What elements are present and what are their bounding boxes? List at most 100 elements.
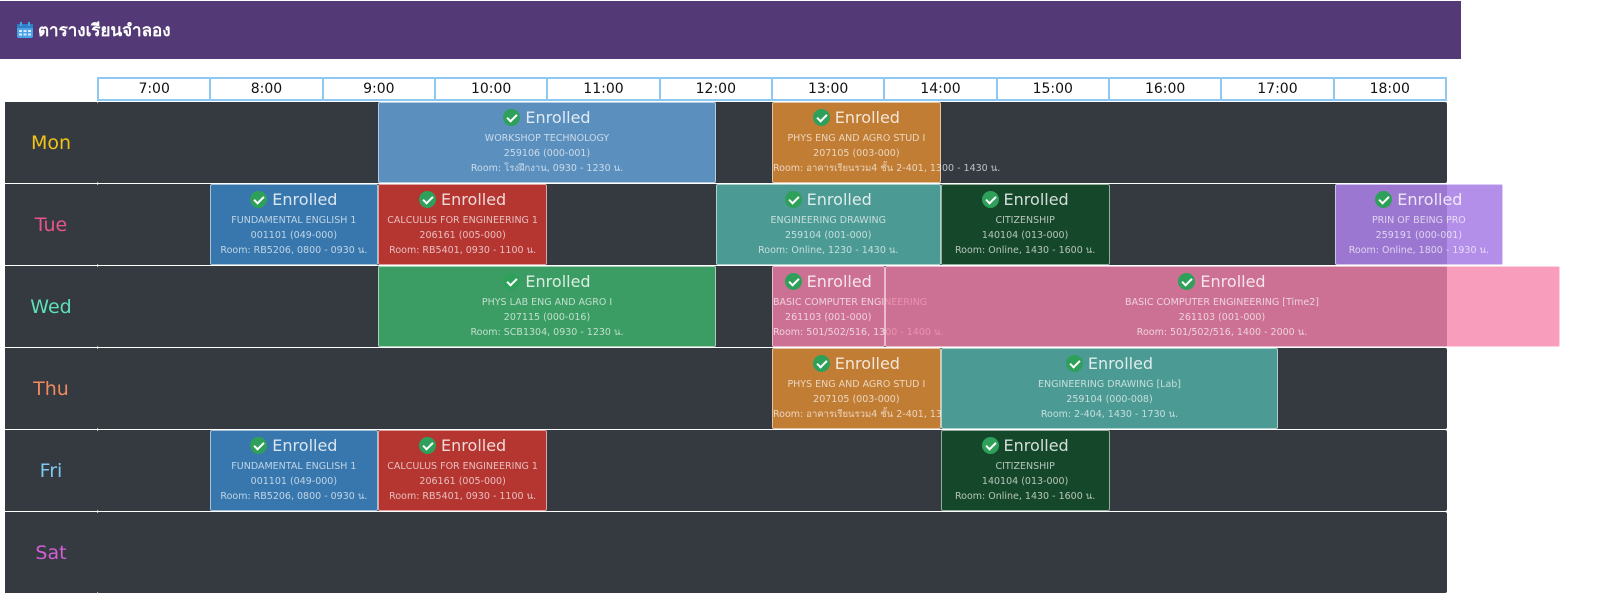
status-label: Enrolled [272,190,338,209]
check-circle-icon [419,191,437,208]
course-name: PHYS LAB ENG AND AGRO I [481,297,613,308]
course-code: 140104 (013-000) [981,476,1069,487]
course-name: BASIC COMPUTER ENGINEERING [Time2] [1125,297,1319,308]
course-room: Room: RB5206, 0800 - 0930 น. [220,491,368,502]
course-code: 207115 (000-016) [503,312,591,323]
status-label: Enrolled [1397,190,1463,209]
course-block[interactable]: Enrolled CITIZENSHIP 140104 (013-000) Room:… [940,184,1110,265]
course-name: PHYS ENG AND AGRO STUD I [787,133,926,144]
calendar-icon [16,21,34,39]
day-label-fri: Fri [5,430,97,511]
status-label: Enrolled [834,354,900,373]
time-slot-label: 16:00 [1110,79,1223,99]
course-room: Room: Online, 1800 - 1930 น. [1348,245,1490,256]
course-block[interactable]: Enrolled PHYS ENG AND AGRO STUD I 207105 (… [772,102,1001,183]
course-code: 001101 (049-000) [250,230,338,241]
day-row-wed: Enrolled PHYS LAB ENG AND AGRO I 207115 (0… [97,266,1560,347]
check-circle-icon [419,437,437,454]
course-block[interactable]: Enrolled FUNDAMENTAL ENGLISH 1 001101 (049… [209,184,379,265]
status-label: Enrolled [525,272,591,291]
status-label: Enrolled [806,272,872,291]
time-slot-label: 10:00 [436,79,549,99]
time-slot-label: 11:00 [548,79,661,99]
course-block[interactable]: Enrolled PRIN OF BEING PRO 259191 (000-001… [1334,184,1504,265]
day-row-mon: Enrolled WORKSHOP TECHNOLOGY 259106 (000-0… [97,102,1447,183]
check-circle-icon [503,109,521,126]
day-row-tue: Enrolled FUNDAMENTAL ENGLISH 1 001101 (049… [97,184,1504,265]
course-block[interactable]: Enrolled FUNDAMENTAL ENGLISH 1 001101 (049… [209,430,379,511]
check-circle-icon [250,437,268,454]
enrollment-status: Enrolled [211,436,378,455]
course-block[interactable]: Enrolled BASIC COMPUTER ENGINEERING 261103… [772,266,944,347]
course-block[interactable]: Enrolled PHYS ENG AND AGRO STUD I 207105 (… [772,348,1000,429]
course-code: 207105 (003-000) [813,394,900,405]
day-label-wed: Wed [5,266,97,347]
day-label-sat: Sat [5,512,97,593]
course-name: CITIZENSHIP [995,461,1055,472]
course-room: Room: 501/502/516, 1400 - 2000 น. [1136,327,1308,338]
enrollment-status: Enrolled [942,190,1109,209]
course-room: Room: SCB1304, 0930 - 1230 น. [470,327,624,338]
course-room: Room: Online, 1430 - 1600 น. [954,245,1096,256]
check-circle-icon [1375,191,1393,208]
course-block[interactable]: Enrolled ENGINEERING DRAWING 259104 (001-0… [715,184,941,265]
course-block[interactable]: Enrolled CALCULUS FOR ENGINEERING 1 206161… [378,430,547,511]
enrollment-status: Enrolled [942,436,1109,455]
status-label: Enrolled [441,436,507,455]
time-slot-label: 15:00 [998,79,1110,99]
check-circle-icon [250,191,268,208]
enrollment-status: Enrolled [1336,190,1503,209]
status-label: Enrolled [525,108,591,127]
time-slot-label: 13:00 [773,79,886,99]
course-room: Room: RB5401, 0930 - 1100 น. [389,245,537,256]
time-slot-label: 12:00 [661,79,773,99]
course-name: WORKSHOP TECHNOLOGY [484,133,610,144]
check-circle-icon [1178,273,1196,290]
course-room: Room: 501/502/516, 1300 - 1400 น. [773,327,944,338]
check-circle-icon [812,355,830,372]
course-code: 261103 (001-000) [785,312,872,323]
enrollment-status: Enrolled [379,436,546,455]
course-code: 259191 (000-001) [1375,230,1463,241]
time-slot-label: 7:00 [99,79,212,99]
course-code: 206161 (005-000) [419,230,506,241]
status-label: Enrolled [806,190,872,209]
course-block[interactable]: Enrolled CITIZENSHIP 140104 (013-000) Room:… [940,430,1110,511]
course-block[interactable]: Enrolled PHYS LAB ENG AND AGRO I 207115 (0… [378,266,716,347]
course-block[interactable]: Enrolled BASIC COMPUTER ENGINEERING [Time… [884,266,1560,347]
check-circle-icon [981,191,999,208]
day-label-mon: Mon [5,102,97,183]
status-label: Enrolled [441,190,507,209]
enrollment-status: Enrolled [886,272,1559,291]
check-circle-icon [784,191,802,208]
status-label: Enrolled [834,108,900,127]
course-name: CALCULUS FOR ENGINEERING 1 [387,215,538,226]
course-block[interactable]: Enrolled CALCULUS FOR ENGINEERING 1 206161… [378,184,547,265]
check-circle-icon [503,273,521,290]
status-label: Enrolled [1003,190,1069,209]
course-block[interactable]: Enrolled WORKSHOP TECHNOLOGY 259106 (000-0… [378,102,716,183]
course-name: ENGINEERING DRAWING [770,215,886,226]
course-room: Room: อาคารเรียนรวม4 ชั้น 2-401, 1300 - … [773,163,1001,174]
course-room: Room: Online, 1230 - 1430 น. [758,245,899,256]
enrollment-status: Enrolled [211,190,378,209]
course-room: Room: 2-404, 1430 - 1730 น. [1040,409,1179,420]
course-room: Room: RB5401, 0930 - 1100 น. [389,491,537,502]
day-row-thu: Enrolled PHYS ENG AND AGRO STUD I 207105 (… [97,348,1447,429]
course-name: CITIZENSHIP [995,215,1055,226]
course-block[interactable]: Enrolled ENGINEERING DRAWING [Lab] 259104 … [940,348,1279,429]
check-circle-icon [784,273,802,290]
course-name: PHYS ENG AND AGRO STUD I [787,379,926,390]
enrollment-status: Enrolled [379,108,715,127]
enrollment-status: Enrolled [773,108,940,127]
course-name: FUNDAMENTAL ENGLISH 1 [231,215,357,226]
status-label: Enrolled [1003,436,1069,455]
course-code: 259104 (000-008) [1066,394,1153,405]
course-name: FUNDAMENTAL ENGLISH 1 [231,461,357,472]
course-code: 207105 (003-000) [813,148,900,159]
enrollment-status: Enrolled [942,354,1278,373]
course-code: 140104 (013-000) [981,230,1069,241]
course-room: Room: RB5206, 0800 - 0930 น. [220,245,368,256]
course-name: ENGINEERING DRAWING [Lab] [1037,379,1182,390]
status-label: Enrolled [1087,354,1154,373]
